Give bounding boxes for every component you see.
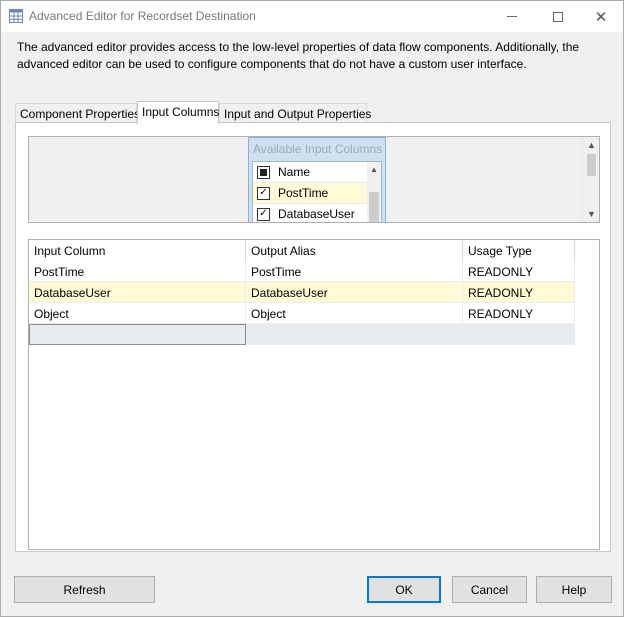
- new-output-alias-cell[interactable]: [246, 324, 463, 345]
- usage-type-cell[interactable]: READONLY: [463, 282, 575, 303]
- close-button[interactable]: ✕: [578, 1, 624, 32]
- scroll-thumb[interactable]: [369, 192, 379, 222]
- minimize-icon: [507, 16, 517, 17]
- tab-component-properties[interactable]: Component Properties: [15, 103, 141, 123]
- grid-table-icon: [9, 9, 23, 23]
- refresh-button[interactable]: Refresh: [14, 576, 155, 603]
- usage-type-cell[interactable]: READONLY: [463, 303, 575, 324]
- available-columns-list: Name ✓ PostTime ✓ DatabaseUser ▲: [252, 161, 382, 222]
- new-usage-type-cell[interactable]: [463, 324, 575, 345]
- available-columns-area: Available Input Columns Name ✓ PostTime …: [28, 136, 600, 223]
- description-text: The advanced editor provides access to t…: [17, 40, 580, 71]
- column-name: PostTime: [278, 186, 329, 200]
- cancel-button[interactable]: Cancel: [452, 576, 527, 603]
- header-output-alias[interactable]: Output Alias: [246, 240, 463, 261]
- tab-input-output-properties[interactable]: Input and Output Properties: [219, 103, 371, 123]
- input-column-cell[interactable]: PostTime: [29, 261, 246, 282]
- close-icon: ✕: [594, 8, 608, 26]
- table-row[interactable]: Object Object READONLY: [29, 303, 575, 324]
- usage-type-cell[interactable]: READONLY: [463, 261, 575, 282]
- select-all-checkbox[interactable]: [257, 165, 270, 179]
- column-checkbox[interactable]: ✓: [257, 207, 270, 221]
- available-input-columns-box: Available Input Columns Name ✓ PostTime …: [248, 137, 386, 222]
- output-alias-cell[interactable]: Object: [246, 303, 463, 324]
- new-input-column-cell[interactable]: [29, 324, 246, 345]
- available-columns-title: Available Input Columns: [253, 142, 383, 156]
- output-alias-cell[interactable]: PostTime: [246, 261, 463, 282]
- scroll-down-icon[interactable]: ▼: [583, 206, 599, 222]
- table-row[interactable]: DatabaseUser DatabaseUser READONLY: [29, 282, 575, 303]
- column-checkbox[interactable]: ✓: [257, 186, 270, 200]
- select-all-row[interactable]: Name: [253, 162, 367, 183]
- maximize-icon: [553, 11, 563, 22]
- input-column-cell[interactable]: Object: [29, 303, 246, 324]
- available-column-item[interactable]: ✓ DatabaseUser: [253, 204, 367, 222]
- grid-header: Input Column Output Alias Usage Type: [29, 240, 575, 261]
- tab-label: Input Columns: [142, 105, 220, 119]
- window-title: Advanced Editor for Recordset Destinatio…: [29, 9, 256, 23]
- ok-button[interactable]: OK: [367, 576, 441, 603]
- minimize-button[interactable]: [489, 1, 535, 32]
- header-usage-type[interactable]: Usage Type: [463, 240, 575, 261]
- advanced-editor-window: Advanced Editor for Recordset Destinatio…: [0, 0, 624, 617]
- input-columns-panel: Available Input Columns Name ✓ PostTime …: [15, 122, 611, 552]
- available-column-item[interactable]: ✓ PostTime: [253, 183, 367, 204]
- area-vertical-scrollbar[interactable]: ▲ ▼: [582, 137, 599, 222]
- maximize-button[interactable]: [535, 1, 581, 32]
- output-alias-cell[interactable]: DatabaseUser: [246, 282, 463, 303]
- scroll-up-icon[interactable]: ▲: [367, 162, 381, 176]
- help-button[interactable]: Help: [536, 576, 612, 603]
- tab-input-columns[interactable]: Input Columns: [137, 101, 219, 124]
- list-scrollbar[interactable]: ▲: [367, 162, 381, 222]
- help-label: Help: [561, 582, 587, 597]
- tab-label: Input and Output Properties: [224, 107, 372, 121]
- refresh-label: Refresh: [63, 582, 106, 597]
- tab-label: Component Properties: [20, 107, 141, 121]
- column-name: DatabaseUser: [278, 207, 355, 221]
- ok-label: OK: [395, 582, 413, 597]
- header-input-column[interactable]: Input Column: [29, 240, 246, 261]
- table-row[interactable]: PostTime PostTime READONLY: [29, 261, 575, 282]
- cancel-label: Cancel: [470, 582, 509, 597]
- column-mapping-grid: Input Column Output Alias Usage Type Pos…: [28, 239, 600, 550]
- scroll-thumb[interactable]: [587, 154, 596, 176]
- title-bar[interactable]: Advanced Editor for Recordset Destinatio…: [1, 1, 623, 32]
- new-row[interactable]: [29, 324, 575, 345]
- scroll-up-icon[interactable]: ▲: [583, 137, 599, 153]
- name-header: Name: [278, 165, 311, 179]
- input-column-cell[interactable]: DatabaseUser: [29, 282, 246, 303]
